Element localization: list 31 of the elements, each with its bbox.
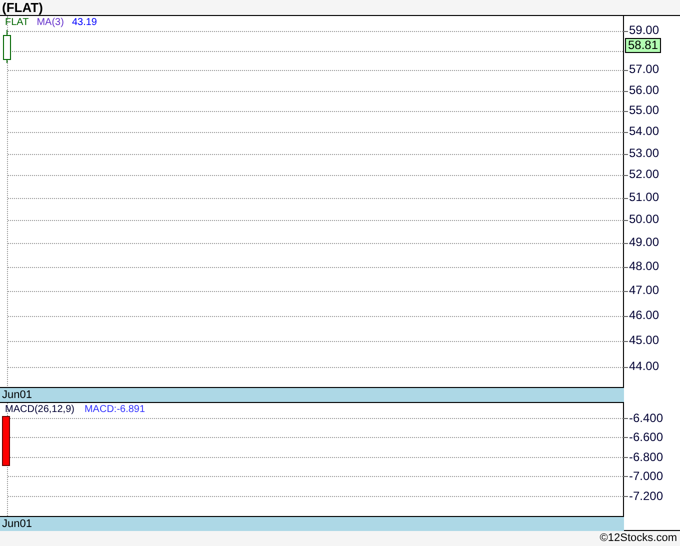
symbol-label: FLAT	[5, 17, 29, 29]
axis-label: 50.00	[629, 212, 660, 226]
axis-label: -6.400	[629, 411, 664, 425]
indicator-label: MA(3)	[36, 17, 64, 29]
last-price-tag: 58.81	[625, 38, 662, 53]
axis-label: 47.00	[629, 283, 660, 297]
chart-title: (FLAT)	[2, 1, 43, 14]
axis-label: 46.00	[629, 308, 660, 322]
axis-label: 51.00	[629, 190, 660, 204]
axis-label: -7.000	[629, 469, 664, 483]
axis-label: 49.00	[629, 235, 660, 249]
axis-label: 56.00	[629, 83, 660, 97]
axis-label: 52.00	[629, 167, 660, 181]
axis-label: -6.800	[629, 450, 664, 464]
date-label: Jun01	[2, 390, 32, 400]
axis-label: 45.00	[629, 333, 660, 347]
axis-label: 55.00	[629, 103, 660, 117]
indicator-value: MACD:-6.891	[84, 403, 146, 417]
indicator-label: MACD(26,12,9)	[5, 403, 74, 417]
axis-label: -7.200	[629, 489, 664, 503]
axis-label: 48.00	[629, 259, 660, 273]
copyright-text: ©12Stocks.com	[600, 533, 677, 544]
axis-label: -6.600	[629, 430, 664, 444]
axis-label: 57.00	[629, 62, 660, 76]
date-label: Jun01	[2, 518, 32, 530]
axis-label: 54.00	[629, 124, 660, 138]
axis-label: 59.00	[629, 23, 660, 37]
axis-label: 44.00	[629, 359, 660, 373]
indicator-value: 43.19	[72, 17, 97, 29]
axis-label: 53.00	[629, 146, 660, 160]
macd-bar	[2, 416, 10, 466]
